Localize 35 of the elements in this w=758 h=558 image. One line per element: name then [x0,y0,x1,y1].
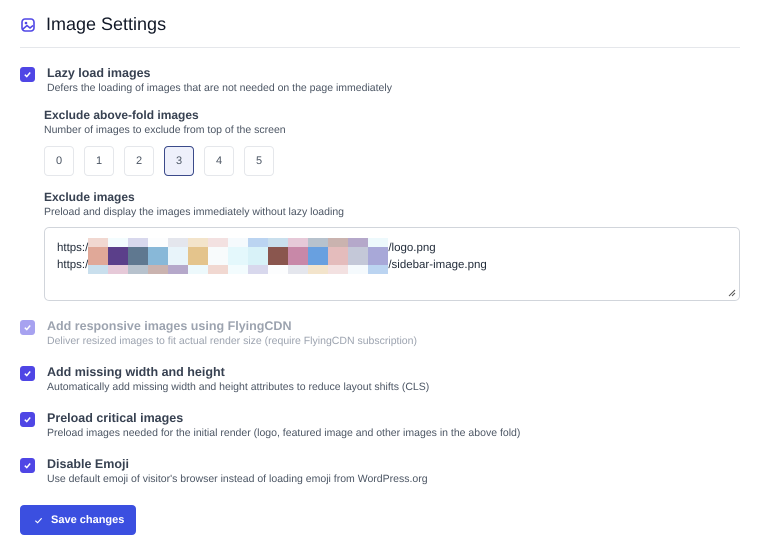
count-option[interactable]: 0 [44,146,74,176]
setting-label: Exclude images [44,190,136,204]
option-description: Preload images needed for the initial render (logo, featured image and other images in the above fold) [47,427,520,439]
check-icon [23,70,32,79]
option-label: Add responsive images using FlyingCDN [47,319,292,333]
setting-description: Number of images to exclude from top of the screen [44,124,287,136]
setting-description: Preload and display the images immediately without lazy loading [44,206,345,218]
check-icon [23,369,32,378]
check-icon [34,516,43,524]
count-option[interactable]: 3 [164,146,194,176]
option-description: Use default emoji of visitor's browser instead of loading emoji from WordPress.org [47,473,428,485]
option-label: Disable Emoji [47,457,130,471]
check-icon [23,415,32,424]
count-option[interactable]: 1 [84,146,114,176]
check-icon [23,323,32,332]
image-icon [20,16,36,32]
check-icon [23,461,32,470]
checkbox[interactable] [20,412,35,427]
count-option[interactable]: 5 [244,146,274,176]
option-description: Defers the loading of images that are not needed on the page immediately [47,82,393,94]
resize-grip-icon[interactable] [728,289,736,297]
checkbox[interactable] [20,67,35,82]
count-option[interactable]: 2 [124,146,154,176]
checkbox[interactable] [20,366,35,381]
option-label: Add missing width and height [47,365,226,379]
option-description: Deliver resized images to fit actual render size (require FlyingCDN subscription) [47,335,417,347]
option-label: Lazy load images [47,66,152,80]
option-label: Preload critical images [47,411,184,425]
exclude-images-field[interactable]: https:/ https:/ /logo.png /sidebar-image.png [44,227,740,301]
setting-label: Exclude above-fold images [44,108,200,122]
option-description: Automatically add missing width and height attributes to reduce layout shifts (CLS) [47,381,430,393]
checkbox[interactable] [20,458,35,473]
save-button[interactable]: Save changes [20,505,136,535]
count-option[interactable]: 4 [204,146,234,176]
page-title: Image Settings [46,14,166,35]
